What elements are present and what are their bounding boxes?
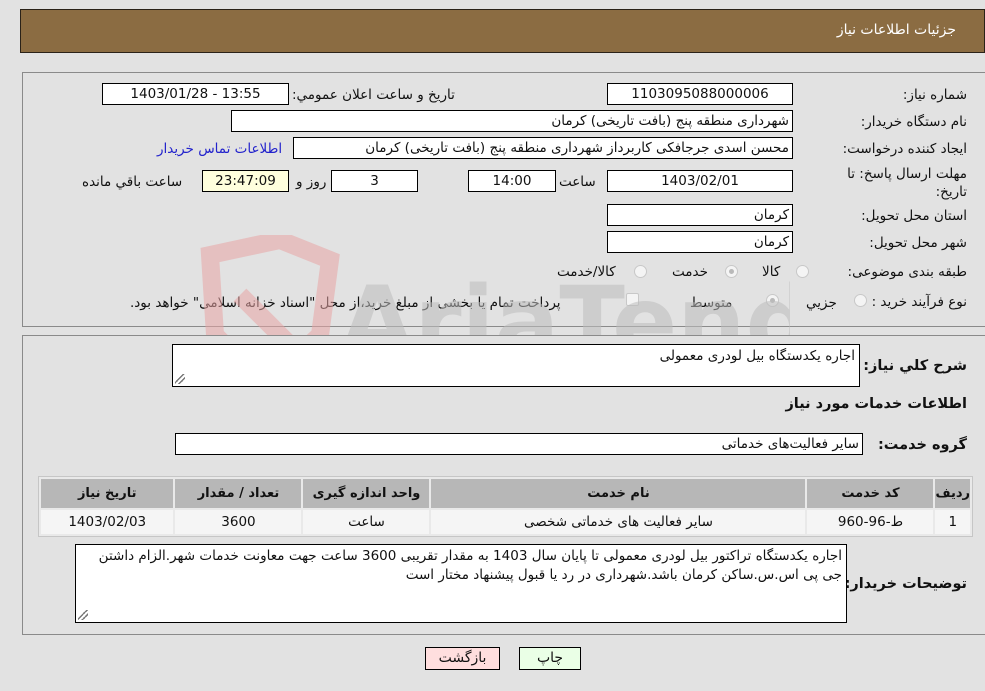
requester-field: محسن اسدی جرجافکی کاربرداز شهرداری منطقه… [293,137,793,159]
cell-service-name: سایر فعالیت های خدماتی شخصی [431,510,806,534]
buyer-contact-link[interactable]: اطلاعات تماس خريدار [157,141,282,157]
requester-label: ایجاد کننده درخواست: [842,141,967,157]
buyer-notes-textarea[interactable]: اجاره یکدستگاه تراکتور بیل لودری معمولی … [75,544,847,623]
need-number-field: 1103095088000006 [607,83,793,105]
category-option-goods: کالا [762,264,781,280]
summary-textarea[interactable]: اجاره یکدستگاه بیل لودری معمولی [172,344,860,387]
buyer-notes-label: توضیحات خریدار: [844,576,967,592]
category-label: طبقه بندی موضوعی: [847,264,967,280]
back-button[interactable]: بازگشت [425,647,500,670]
time-remaining-label: ساعت باقي مانده [82,174,183,190]
cell-quantity: 3600 [175,510,302,534]
col-service-name: نام خدمت [431,479,806,508]
deadline-time-label: ساعت [559,174,596,190]
province-field: کرمان [607,204,793,226]
cell-unit: ساعت [303,510,430,534]
summary-label: شرح کلي نياز: [863,358,967,374]
col-need-date: تاریخ نیاز [41,479,174,508]
purchase-option-medium: متوسط [690,295,733,311]
category-option-service: خدمت [672,264,708,280]
announce-datetime-field: 1403/01/28 - 13:55 [102,83,289,105]
treasury-checkbox[interactable] [626,293,639,306]
need-number-label: شماره نیاز: [902,87,967,103]
col-quantity: تعداد / مقدار [175,479,302,508]
summary-text: اجاره یکدستگاه بیل لودری معمولی [659,348,855,364]
deadline-time-field: 14:00 [468,170,556,192]
cell-service-code: ط-96-960 [807,510,934,534]
buyer-org-field: شهرداری منطقه پنج (بافت تاریخی) کرمان [231,110,793,132]
days-label: روز و [296,174,327,190]
purchase-radio-minor[interactable] [854,294,867,307]
service-group-label: گروه خدمت: [877,437,967,453]
deadline-date-field: 1403/02/01 [607,170,793,192]
resize-grip-icon[interactable] [175,374,185,384]
cell-row-number: 1 [935,510,970,534]
announce-datetime-label: تاریخ و ساعت اعلان عمومي: [292,87,455,103]
table-header-row: رديف کد خدمت نام خدمت واحد اندازه گیری ت… [41,479,970,508]
province-label: استان محل تحویل: [861,208,967,224]
time-remaining-field: 23:47:09 [202,170,289,192]
buyer-org-label: نام دستگاه خريدار: [860,114,967,130]
purchase-type-label: نوع فرآیند خرید : [871,294,967,310]
days-remaining-field: 3 [331,170,418,192]
services-table: رديف کد خدمت نام خدمت واحد اندازه گیری ت… [38,476,973,537]
print-button[interactable]: چاپ [519,647,581,670]
category-radio-service[interactable] [725,265,738,278]
table-row: 1 ط-96-960 سایر فعالیت های خدماتی شخصی س… [41,510,970,534]
cell-need-date: 1403/02/03 [41,510,174,534]
category-option-goods-service: کالا/خدمت [557,264,616,280]
city-field: کرمان [607,231,793,253]
treasury-note: پرداخت تمام یا بخشی از مبلغ خرید،از محل … [130,295,561,311]
resize-grip-icon[interactable] [78,610,88,620]
col-service-code: کد خدمت [807,479,934,508]
purchase-radio-medium[interactable] [766,294,779,307]
page-header: جزئیات اطلاعات نیاز [20,9,985,53]
col-unit: واحد اندازه گیری [303,479,430,508]
col-row-number: رديف [935,479,970,508]
category-radio-goods[interactable] [796,265,809,278]
purchase-option-minor: جزيي [806,295,837,311]
service-group-field: سایر فعالیت‌های خدماتی [175,433,863,455]
buyer-notes-text: اجاره یکدستگاه تراکتور بیل لودری معمولی … [98,548,842,583]
category-radio-goods-service[interactable] [634,265,647,278]
page-title: جزئیات اطلاعات نیاز [836,22,956,38]
deadline-label: مهلت ارسال پاسخ: تا تاریخ: [847,166,967,200]
services-section-title: اطلاعات خدمات مورد نیاز [785,396,967,412]
city-label: شهر محل تحویل: [869,235,967,251]
